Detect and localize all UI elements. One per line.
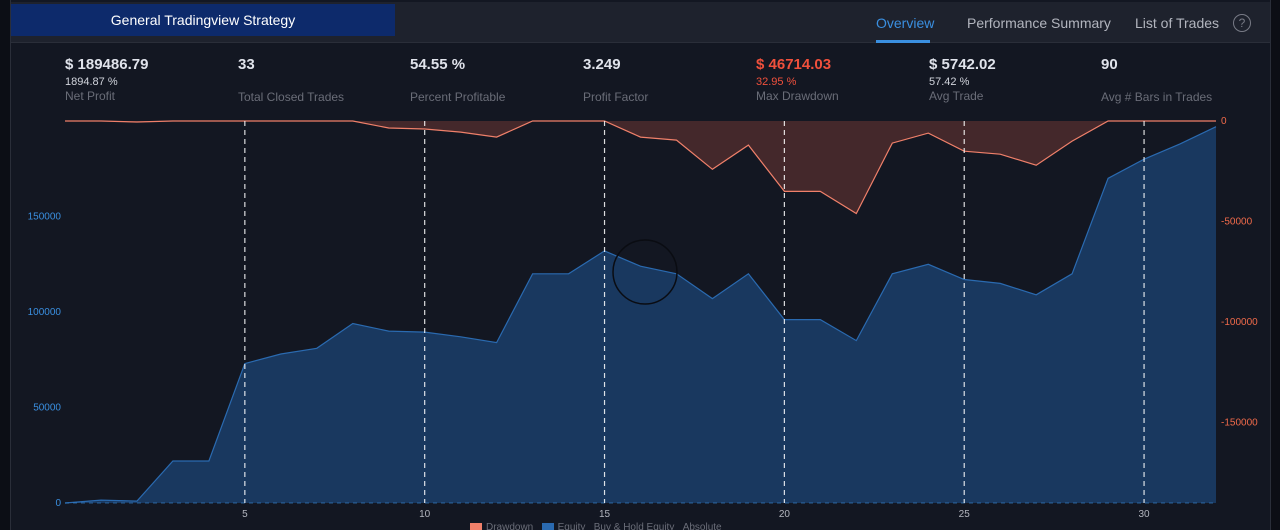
equity-swatch (541, 523, 554, 530)
x-tick-label: 20 (779, 509, 791, 520)
y-left-tick-label: 0 (55, 498, 61, 509)
legend-equity[interactable]: Equity (558, 522, 586, 530)
legend-drawdown[interactable]: Drawdown (486, 522, 533, 530)
chart-legend: Drawdown Equity Buy & Hold Equity Absolu… (470, 522, 722, 530)
x-tick-label: 5 (242, 509, 248, 520)
y-right-tick-label: 0 (1221, 116, 1227, 127)
x-tick-label: 15 (599, 509, 611, 520)
y-left-tick-label: 150000 (28, 212, 62, 223)
y-right-tick-label: -100000 (1221, 317, 1258, 328)
x-tick-label: 30 (1139, 509, 1151, 520)
y-left-tick-label: 50000 (33, 403, 61, 414)
y-left-tick-label: 100000 (28, 307, 62, 318)
y-right-tick-label: -50000 (1221, 217, 1253, 228)
legend-absolute[interactable]: Absolute (683, 522, 722, 530)
drawdown-area (65, 121, 1216, 214)
legend-buy-hold[interactable]: Buy & Hold Equity (594, 522, 675, 530)
equity-drawdown-chart[interactable]: 5 10 15 20 25 30 0 50000 100000 150000 0 -50000 -100… (0, 0, 1280, 530)
y-right-tick-label: -150000 (1221, 418, 1258, 429)
x-tick-label: 10 (419, 509, 431, 520)
x-tick-label: 25 (959, 509, 971, 520)
drawdown-swatch (470, 523, 482, 530)
equity-area (65, 126, 1216, 503)
